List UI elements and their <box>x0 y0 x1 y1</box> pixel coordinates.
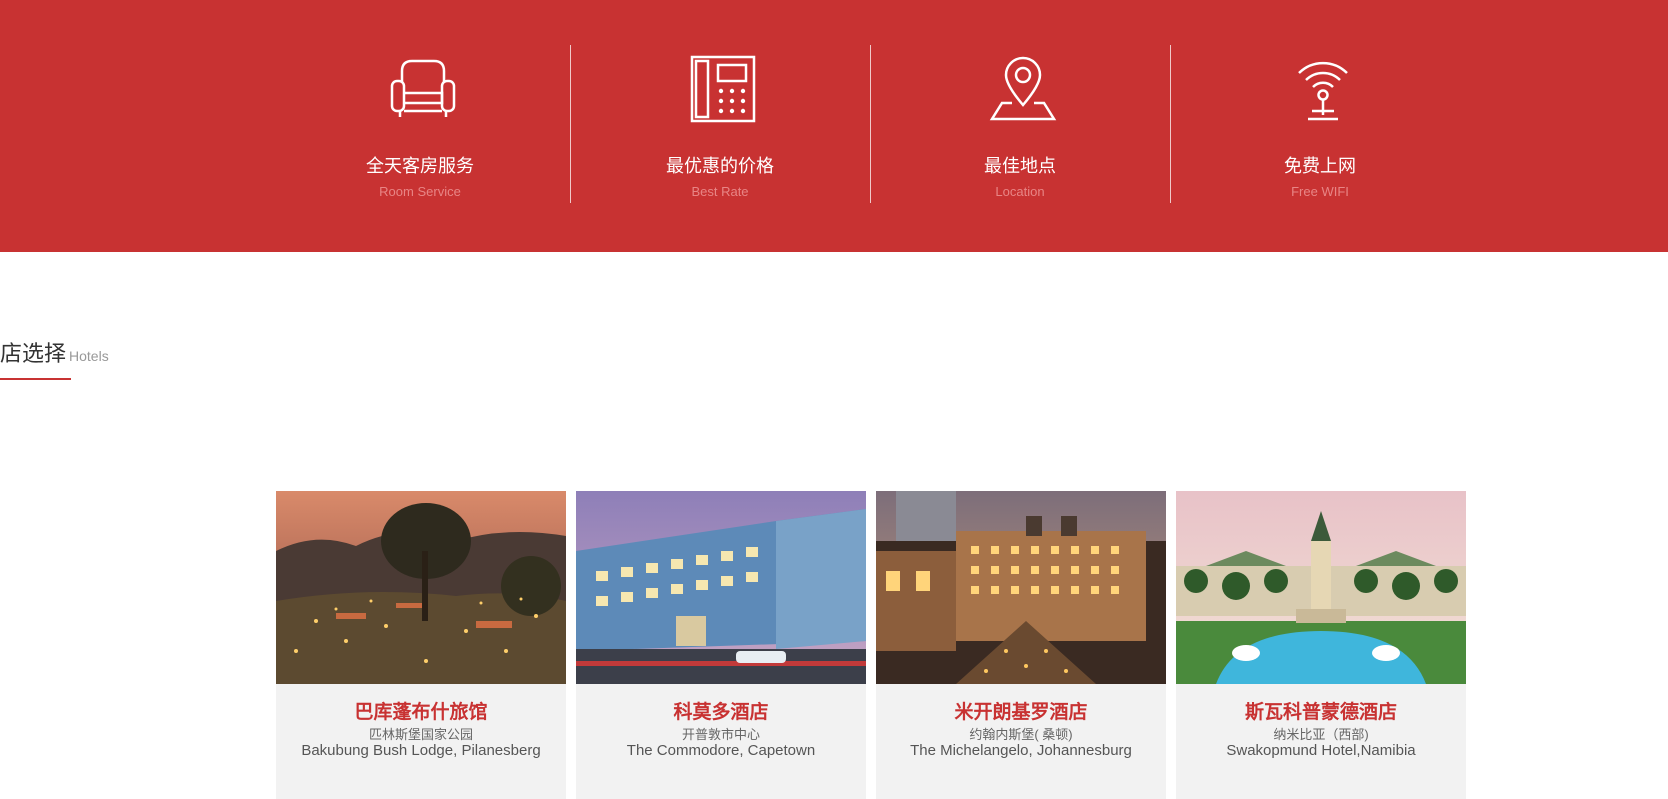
armchair-icon <box>390 59 456 117</box>
hotel-location: 匹林斯堡国家公园 <box>368 727 473 742</box>
hotel-name[interactable]: 斯瓦科普蒙德酒店 <box>1176 697 1466 724</box>
hotel-card-swakopmund[interactable]: 斯瓦科普蒙德酒店 纳米比亚（西部) Swakopmund Hotel,Namib… <box>1176 491 1466 799</box>
hotel-name[interactable]: 巴库蓬布什旅馆 <box>276 697 566 724</box>
feature-title-en: Room Service <box>379 184 461 199</box>
section-title: 店选择 Hotels <box>0 336 109 366</box>
hotel-name-en: Swakopmund Hotel,Namibia <box>1226 742 1416 759</box>
feature-room-service: 全天客房服务 Room Service <box>270 45 570 203</box>
hotel-name[interactable]: 米开朗基罗酒店 <box>876 697 1166 724</box>
hotel-card-michelangelo[interactable]: 米开朗基罗酒店 约翰内斯堡( 桑顿) The Michelangelo, Joh… <box>876 491 1166 799</box>
section-title-cn: 店选择 <box>0 341 67 366</box>
feature-title-cn: 最佳地点 <box>984 156 1056 176</box>
location-pin-icon <box>989 56 1057 121</box>
hotel-photo[interactable] <box>276 491 566 684</box>
hotel-card-bakubung[interactable]: 巴库蓬布什旅馆 匹林斯堡国家公园 Bakubung Bush Lodge, Pi… <box>276 491 566 799</box>
hotel-name-en: The Michelangelo, Johannesburg <box>910 742 1132 759</box>
hotel-photo[interactable] <box>576 491 866 684</box>
hotel-card-commodore[interactable]: 科莫多酒店 开普敦市中心 The Commodore, Capetown <box>576 491 866 799</box>
hotel-location: 纳米比亚（西部) <box>1273 727 1369 742</box>
hotel-location: 开普敦市中心 <box>681 727 760 742</box>
hotel-name-en: Bakubung Bush Lodge, Pilanesberg <box>301 742 541 759</box>
features-band: 全天客房服务 Room Service 最优惠的价格 Best Rate 最佳地… <box>0 0 1668 252</box>
feature-title-en: Free WIFI <box>1291 184 1349 199</box>
hotel-name[interactable]: 科莫多酒店 <box>576 697 866 724</box>
hotel-photo[interactable] <box>1176 491 1466 684</box>
feature-title-cn: 全天客房服务 <box>366 156 474 176</box>
phone-icon <box>690 55 756 123</box>
section-underline <box>0 378 71 380</box>
section-title-en: Hotels <box>69 348 109 364</box>
hotel-location: 约翰内斯堡( 桑顿) <box>969 727 1073 742</box>
wifi-icon <box>1298 61 1348 121</box>
feature-title-en: Location <box>995 184 1045 199</box>
hotel-name-en: The Commodore, Capetown <box>626 742 816 759</box>
feature-title-cn: 最优惠的价格 <box>666 156 774 176</box>
feature-title-en: Best Rate <box>691 184 749 199</box>
feature-location: 最佳地点 Location <box>870 45 1170 203</box>
feature-best-rate: 最优惠的价格 Best Rate <box>570 45 870 203</box>
feature-free-wifi: 免费上网 Free WIFI <box>1170 45 1470 203</box>
feature-title-cn: 免费上网 <box>1284 156 1356 176</box>
hotel-photo[interactable] <box>876 491 1166 684</box>
